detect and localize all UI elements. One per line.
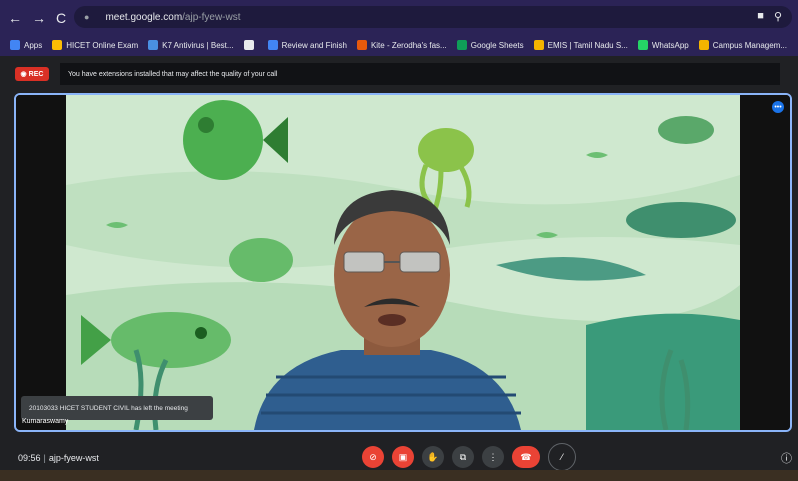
url-text: meet.google.com/ajp-fyew-wst [105,11,241,23]
bookmark-icon [698,40,709,50]
recording-badge: ◉ REC [15,67,49,81]
reload-icon[interactable]: C [56,10,66,26]
bookmark-label: Kite - Zerodha's fas... [370,40,447,50]
taskbar [0,470,798,481]
forward-icon[interactable]: → [32,10,46,26]
bookmark-item[interactable]: Campus Managem... [698,40,788,50]
search-icon[interactable]: ⚲ [774,10,782,23]
more-vert-icon: ⋮ [488,451,498,462]
video-tile[interactable]: ••• [14,93,792,432]
bookmark-label: K7 Antivirus | Best... [162,40,234,50]
bookmark-label: Review and Finish [281,40,347,50]
bookmark-item[interactable]: Google Sheets [456,40,524,50]
record-icon: ◉ [20,71,27,78]
bookmark-icon [267,40,278,50]
bookmark-icon [533,40,544,50]
raise-hand-button[interactable]: ✋ [422,446,444,468]
extensions-warning: You have extensions installed that may a… [60,63,780,85]
info-icon[interactable]: ⓘ [781,450,792,466]
bookmark-label: Campus Managem... [712,40,788,50]
bookmark-item[interactable]: WhatsApp [637,40,689,50]
bookmark-icon [456,40,467,50]
lock-icon[interactable]: ● [84,12,89,22]
camera-indicator-icon[interactable]: ■ [757,10,764,23]
bookmark-item[interactable]: Review and Finish [267,40,347,50]
participant-name: Kumaraswamy [22,418,69,425]
more-options-icon[interactable]: ••• [772,101,784,113]
bookmark-label: Apps [24,40,43,50]
bookmark-item[interactable]: Kite - Zerodha's fas... [356,40,447,50]
mic-off-icon: ⊘ [369,451,377,462]
bookmark-icon [637,40,648,50]
hand-icon: ✋ [427,451,439,462]
clock-time: 09:56 [18,453,41,463]
bookmark-item[interactable]: EMIS | Tamil Nadu S... [533,40,628,50]
bookmarks-bar: Apps HICET Online Exam K7 Antivirus | Best… [0,34,798,56]
meet-window: ◉ REC You have extensions installed that … [0,56,798,481]
end-call-button[interactable]: ☎ [512,446,540,468]
bookmark-label: Google Sheets [470,40,524,50]
browser-nav: ← → C [8,10,66,26]
bookmark-icon [356,40,367,50]
bookmark-icon [10,40,20,50]
present-icon: ⧉ [459,451,467,462]
meeting-code: ajp-fyew-wst [48,453,99,463]
browser-top-bar: ← → C ● meet.google.com/ajp-fyew-wst ■ ⚲ [0,0,798,34]
bookmark-label: HICET Online Exam [66,40,139,50]
hang-up-icon: ☎ [520,451,532,462]
bookmark-item[interactable]: HICET Online Exam [52,40,138,50]
meeting-details: 09:56 | ajp-fyew-wst [18,453,99,463]
bookmark-label: WhatsApp [651,40,689,50]
address-bar[interactable]: ● meet.google.com/ajp-fyew-wst ■ ⚲ [74,6,792,28]
camera-off-button[interactable]: ▣ [392,446,414,468]
back-icon[interactable]: ← [8,10,22,26]
slash-icon: ⁄ [561,452,563,462]
extension-control-button[interactable]: ⁄ [548,443,576,471]
bookmark-label: EMIS | Tamil Nadu S... [547,40,628,50]
bookmark-item[interactable] [243,40,258,50]
bookmark-icon [52,40,63,50]
bookmark-item[interactable]: Apps [10,40,42,50]
call-controls: ⊘ ▣ ✋ ⧉ ⋮ ☎ ⁄ [362,443,576,471]
mic-off-button[interactable]: ⊘ [362,446,384,468]
more-options-button[interactable]: ⋮ [482,446,504,468]
camera-off-icon: ▣ [398,451,408,462]
left-meeting-toast: 20103033 HICET STUDENT CIVIL has left th… [21,396,213,420]
participant-video [66,95,740,430]
bookmark-icon [148,40,159,50]
present-button[interactable]: ⧉ [452,446,474,468]
bookmark-item[interactable]: K7 Antivirus | Best... [148,40,234,50]
bookmark-icon [243,40,254,50]
